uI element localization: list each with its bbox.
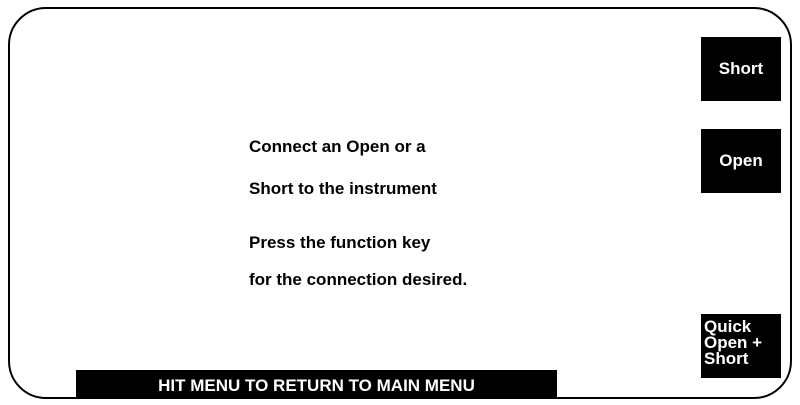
instruction-line-4: for the connection desired. bbox=[249, 270, 468, 289]
quick-open-short-softkey[interactable]: Quick Open + Short bbox=[701, 314, 781, 378]
short-softkey[interactable]: Short bbox=[701, 37, 781, 101]
open-softkey[interactable]: Open bbox=[701, 129, 781, 193]
return-to-main-menu-bar: HIT MENU TO RETURN TO MAIN MENU bbox=[76, 370, 557, 397]
instruction-line-3: Press the function key bbox=[249, 233, 431, 252]
instrument-display: Connect an Open or a Short to the instru… bbox=[8, 7, 792, 399]
quick-softkey-label-line-3: Short bbox=[704, 349, 749, 368]
instruction-line-1: Connect an Open or a bbox=[249, 137, 426, 156]
instruction-line-2: Short to the instrument bbox=[249, 179, 437, 198]
open-softkey-label: Open bbox=[719, 151, 763, 170]
short-softkey-label: Short bbox=[718, 59, 764, 78]
